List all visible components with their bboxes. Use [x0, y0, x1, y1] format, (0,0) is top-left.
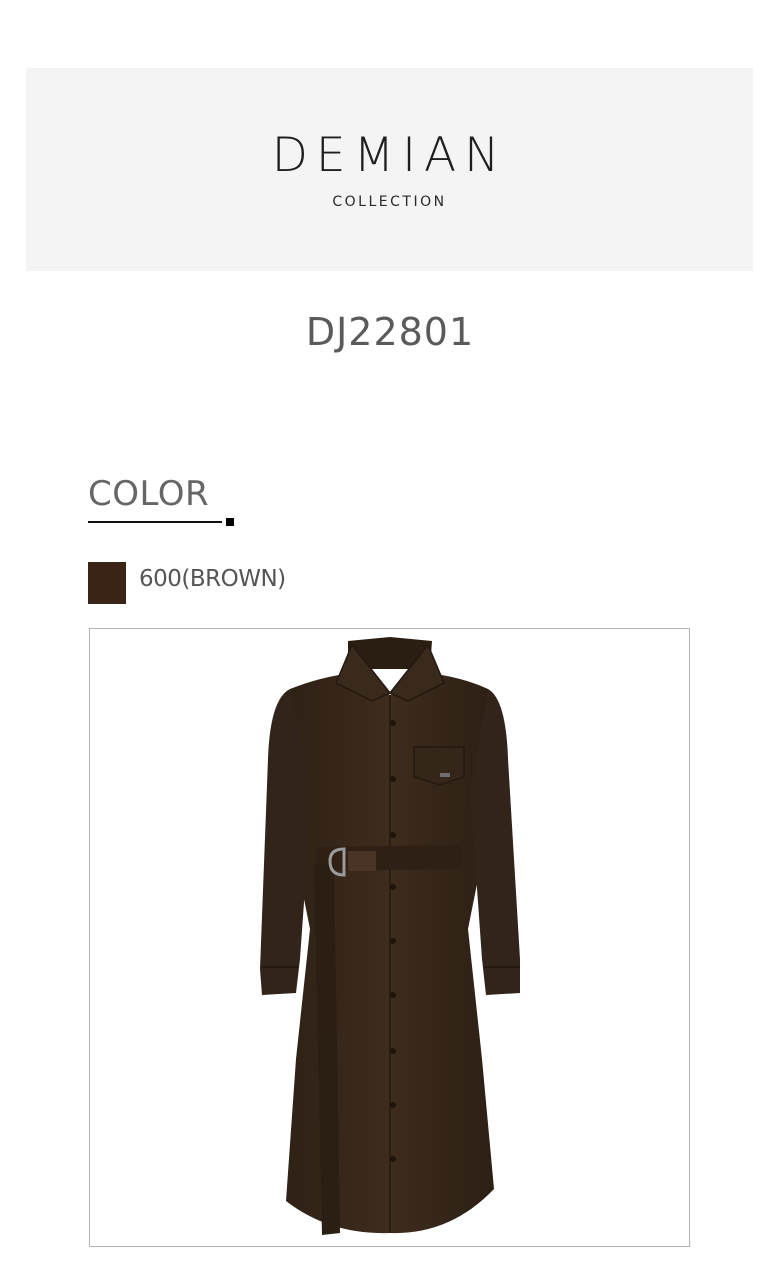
brand-subtitle: COLLECTION	[332, 194, 447, 210]
product-image	[89, 628, 690, 1247]
brand-banner: DEMIAN COLLECTION	[26, 68, 753, 271]
color-swatch[interactable]	[88, 562, 126, 604]
color-section-heading: COLOR	[88, 474, 210, 514]
color-swatch-label: 600(BROWN)	[139, 566, 286, 592]
product-detail-page: DEMIAN COLLECTION DJ22801 COLOR 600(BROW…	[0, 0, 780, 1280]
heading-underline	[88, 521, 222, 523]
brand-logo: DEMIAN	[271, 128, 508, 183]
product-code: DJ22801	[305, 310, 475, 354]
heading-dot	[226, 518, 234, 526]
dress-illustration	[260, 637, 520, 1235]
